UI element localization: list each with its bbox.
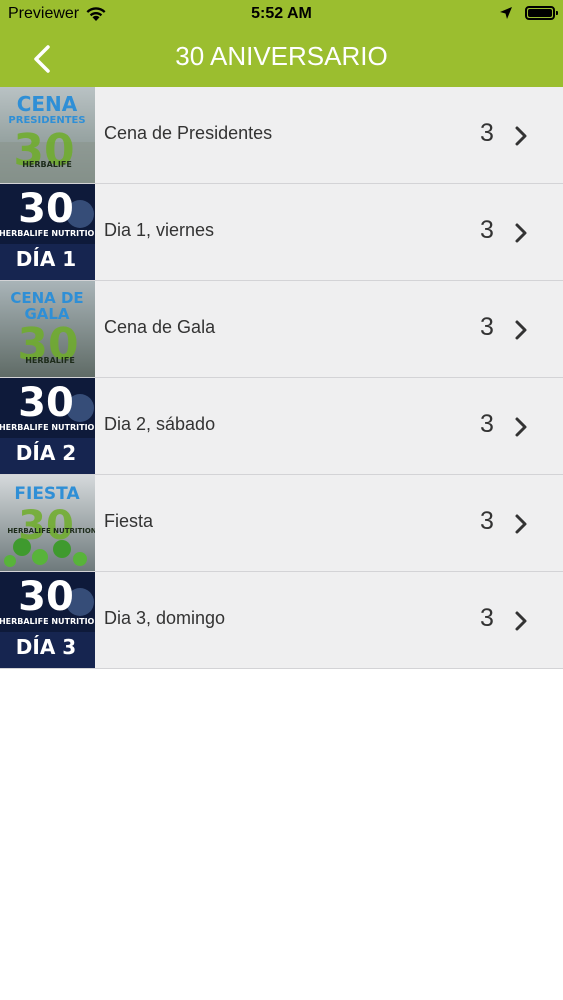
thumbnail-image: 30 HERBALIFE NUTRITION DÍA 2 [0,378,95,474]
page-title: 30 ANIVERSARIO [175,41,388,71]
thumbnail-image: 30 HERBALIFE NUTRITION DÍA 1 [0,184,95,280]
album-list: CENA PRESIDENTES 30 HERBALIFE Cena de Pr… [0,87,563,669]
thumb-title: CENA [17,92,78,116]
row-title: Dia 3, domingo [104,608,226,628]
row-title: Cena de Presidentes [104,123,273,143]
chevron-right-icon [515,611,527,631]
thumb-brand: HERBALIFE [25,356,75,365]
thumb-title: DÍA 3 [16,635,76,659]
photo-count: 3 [480,507,494,535]
chevron-right-icon [515,223,527,243]
navigation-bar: 30 ANIVERSARIO [0,30,563,87]
chevron-right-icon [515,514,527,534]
svg-text:30: 30 [18,574,74,620]
list-item[interactable]: 30 HERBALIFE NUTRITION DÍA 2 Dia 2, sába… [0,378,563,475]
clock: 5:52 AM [251,5,312,22]
thumb-brand: HERBALIFE NUTRITION [7,527,95,535]
thumb-brand: HERBALIFE NUTRITION [0,423,95,432]
thumbnail-image: FIESTA 30 HERBALIFE NUTRITION [0,475,95,571]
chevron-right-icon [515,320,527,340]
photo-count: 3 [480,216,494,244]
chevron-right-icon [515,126,527,146]
thumb-title: DÍA 2 [16,441,76,465]
svg-text:30: 30 [18,380,74,426]
status-bar: Previewer 5:52 AM [0,0,563,30]
row-title: Fiesta [104,511,154,531]
photo-count: 3 [480,604,494,632]
photo-count: 3 [480,119,494,147]
row-title: Dia 2, sábado [104,414,216,434]
list-item[interactable]: 30 HERBALIFE NUTRITION DÍA 3 Dia 3, domi… [0,572,563,669]
thumbnail-image: 30 HERBALIFE NUTRITION DÍA 3 [0,572,95,668]
list-item[interactable]: FIESTA 30 HERBALIFE NUTRITION Fiesta 3 [0,475,563,572]
list-item[interactable]: CENA DE GALA 30 HERBALIFE Cena de Gala 3 [0,281,563,378]
chevron-right-icon [515,417,527,437]
list-item[interactable]: CENA PRESIDENTES 30 HERBALIFE Cena de Pr… [0,87,563,184]
svg-text:30: 30 [18,503,74,549]
status-right [499,6,558,20]
thumb-brand: HERBALIFE NUTRITION [0,229,95,238]
thumbnail-image: CENA PRESIDENTES 30 HERBALIFE [0,87,95,183]
battery-icon [525,6,558,20]
thumb-brand: HERBALIFE NUTRITION [0,617,95,626]
photo-count: 3 [480,410,494,438]
thumb-brand: HERBALIFE [22,160,72,169]
row-title: Dia 1, viernes [104,220,215,240]
photo-count: 3 [480,313,494,341]
row-title: Cena de Gala [104,317,216,337]
location-arrow-icon [500,7,512,19]
thumb-title: FIESTA [14,484,80,504]
svg-text:30: 30 [18,186,74,232]
list-item[interactable]: 30 HERBALIFE NUTRITION DÍA 1 Dia 1, vier… [0,184,563,281]
thumb-title: DÍA 1 [16,247,76,271]
thumbnail-image: CENA DE GALA 30 HERBALIFE [0,281,95,377]
